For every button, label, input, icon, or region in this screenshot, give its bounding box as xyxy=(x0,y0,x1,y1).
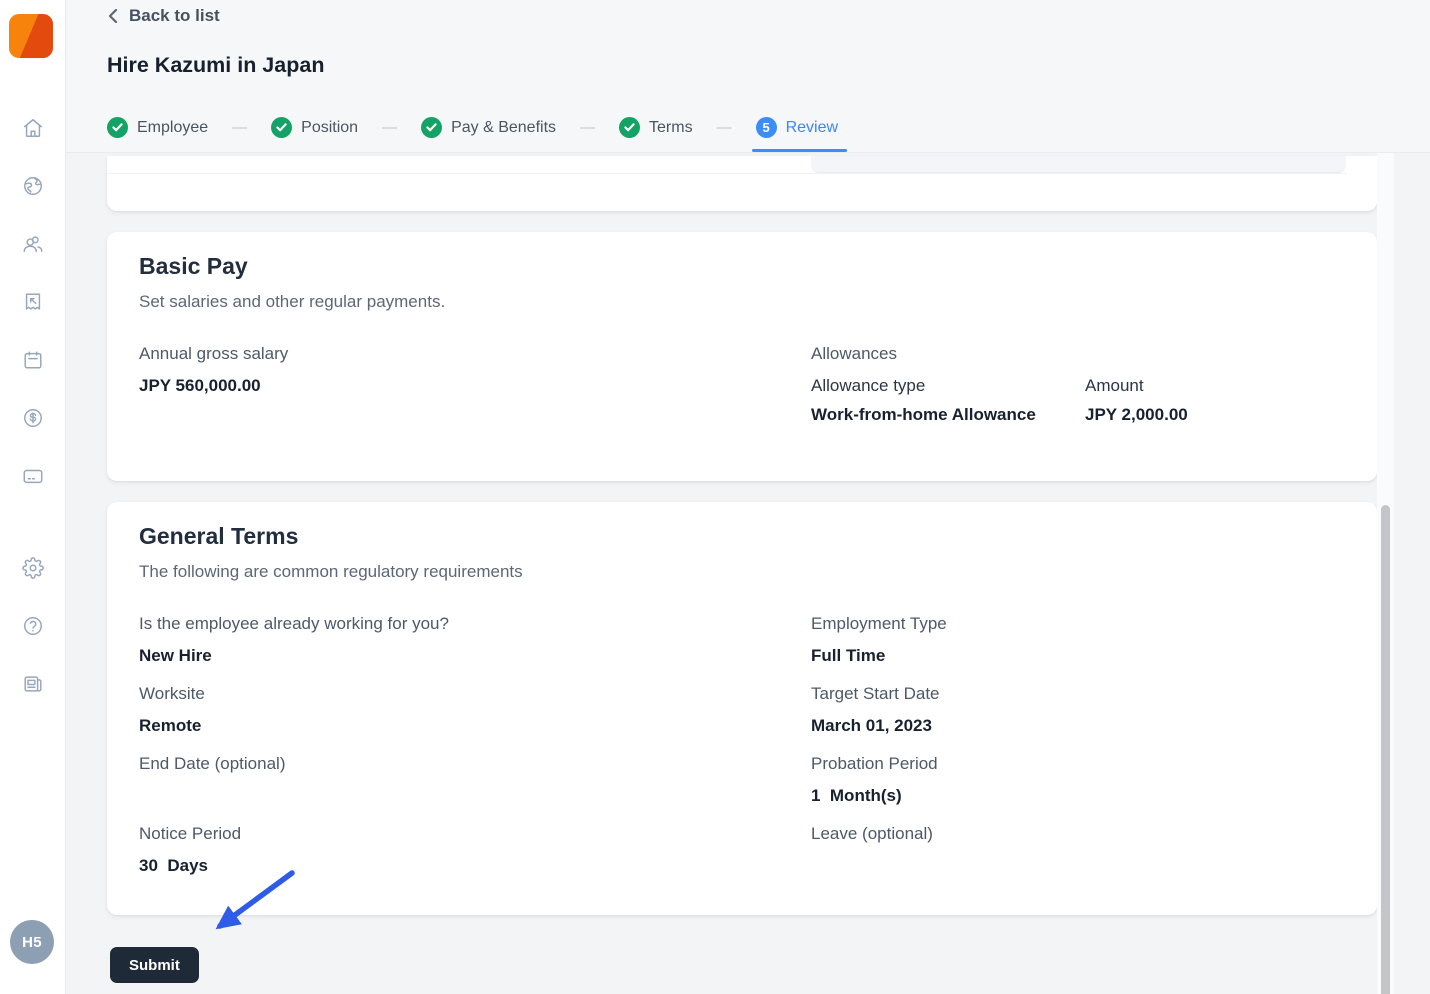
field-label: Probation Period xyxy=(811,754,1345,774)
step-label: Employee xyxy=(137,119,208,137)
field-value: 1 Month(s) xyxy=(811,786,1345,806)
leave-field: Leave (optional) xyxy=(811,824,1345,894)
step-label: Pay & Benefits xyxy=(451,119,556,137)
end-date-field: End Date (optional) xyxy=(139,754,811,824)
basic-pay-card: Basic Pay Set salaries and other regular… xyxy=(107,232,1377,481)
news-icon[interactable] xyxy=(22,673,44,695)
credit-card-icon[interactable] xyxy=(22,465,44,487)
receipt-return-icon[interactable] xyxy=(22,291,44,313)
cutoff-gray-panel xyxy=(811,156,1346,173)
step-employee[interactable]: Employee xyxy=(107,117,208,152)
back-to-list-link[interactable]: Back to list xyxy=(107,6,220,26)
step-check-icon xyxy=(271,117,292,138)
sidebar-nav xyxy=(0,117,65,695)
help-icon[interactable] xyxy=(22,615,44,637)
sidebar: H5 xyxy=(0,0,66,994)
field-value: 30 Days xyxy=(139,856,811,876)
field-value: Full Time xyxy=(811,646,1345,666)
allowance-type-header: Allowance type xyxy=(811,376,1085,396)
annual-gross-salary-field: Annual gross salary JPY 560,000.00 xyxy=(139,344,811,414)
step-check-icon xyxy=(619,117,640,138)
step-separator: — xyxy=(580,119,595,150)
step-label: Review xyxy=(786,119,838,137)
notice-period-field: Notice Period 30 Days xyxy=(139,824,811,894)
step-check-icon xyxy=(421,117,442,138)
field-value: March 01, 2023 xyxy=(811,716,1345,736)
step-label: Position xyxy=(301,119,358,137)
field-value: JPY 560,000.00 xyxy=(139,376,811,396)
step-check-icon xyxy=(107,117,128,138)
probation-period-field: Probation Period 1 Month(s) xyxy=(811,754,1345,824)
scrollbar-thumb[interactable] xyxy=(1381,505,1390,994)
back-to-list-label: Back to list xyxy=(129,6,220,26)
allowance-row: Work-from-home Allowance JPY 2,000.00 xyxy=(811,405,1345,425)
general-terms-subtitle: The following are common regulatory requ… xyxy=(139,562,523,582)
app-logo[interactable] xyxy=(9,14,53,58)
basic-pay-title: Basic Pay xyxy=(139,253,248,280)
dollar-circle-icon[interactable] xyxy=(22,407,44,429)
employment-type-field: Employment Type Full Time xyxy=(811,614,1345,684)
step-pay-benefits[interactable]: Pay & Benefits xyxy=(421,117,556,152)
step-position[interactable]: Position xyxy=(271,117,358,152)
field-label: Target Start Date xyxy=(811,684,1345,704)
globe-icon[interactable] xyxy=(22,175,44,197)
step-label: Terms xyxy=(649,119,693,137)
home-icon[interactable] xyxy=(22,117,44,139)
target-start-date-field: Target Start Date March 01, 2023 xyxy=(811,684,1345,754)
submit-button[interactable]: Submit xyxy=(110,947,199,983)
gear-icon[interactable] xyxy=(22,557,44,579)
step-review[interactable]: 5 Review xyxy=(756,117,838,152)
general-terms-title: General Terms xyxy=(139,523,298,550)
step-terms[interactable]: Terms xyxy=(619,117,693,152)
step-separator: — xyxy=(717,119,732,150)
calendar-icon[interactable] xyxy=(22,349,44,371)
allowance-amount-header: Amount xyxy=(1085,376,1345,396)
worksite-field: Worksite Remote xyxy=(139,684,811,754)
people-icon[interactable] xyxy=(22,233,44,255)
general-terms-card: General Terms The following are common r… xyxy=(107,502,1377,915)
chevron-left-icon xyxy=(107,8,119,24)
field-label: End Date (optional) xyxy=(139,754,811,774)
field-label: Leave (optional) xyxy=(811,824,1345,844)
step-separator: — xyxy=(232,119,247,150)
user-avatar[interactable]: H5 xyxy=(10,920,54,964)
scroll-content: Basic Pay Set salaries and other regular… xyxy=(66,153,1430,994)
field-value: New Hire xyxy=(139,646,811,666)
partial-card-above xyxy=(107,156,1377,211)
allowances-field: Allowances Allowance type Amount Work-fr… xyxy=(811,344,1345,414)
page-title: Hire Kazumi in Japan xyxy=(107,53,324,78)
cutoff-divider xyxy=(107,173,1347,174)
field-label: Notice Period xyxy=(139,824,811,844)
field-label: Allowances xyxy=(811,344,1345,364)
field-value: Remote xyxy=(139,716,811,736)
step-number-badge: 5 xyxy=(756,117,777,138)
field-label: Worksite xyxy=(139,684,811,704)
active-step-underline xyxy=(752,149,847,152)
page-header: Back to list Hire Kazumi in Japan Employ… xyxy=(66,0,1430,153)
field-label: Is the employee already working for you? xyxy=(139,614,811,634)
wizard-stepper: Employee — Position — Pay & Benefits — T… xyxy=(107,117,838,152)
allowance-amount-value: JPY 2,000.00 xyxy=(1085,405,1345,425)
basic-pay-subtitle: Set salaries and other regular payments. xyxy=(139,292,445,312)
field-label: Employment Type xyxy=(811,614,1345,634)
hire-wizard-page: H5 Back to list Hire Kazumi in Japan Emp… xyxy=(0,0,1430,994)
field-label: Annual gross salary xyxy=(139,344,811,364)
already-working-field: Is the employee already working for you?… xyxy=(139,614,811,684)
step-separator: — xyxy=(382,119,397,150)
allowance-type-value: Work-from-home Allowance xyxy=(811,405,1085,425)
